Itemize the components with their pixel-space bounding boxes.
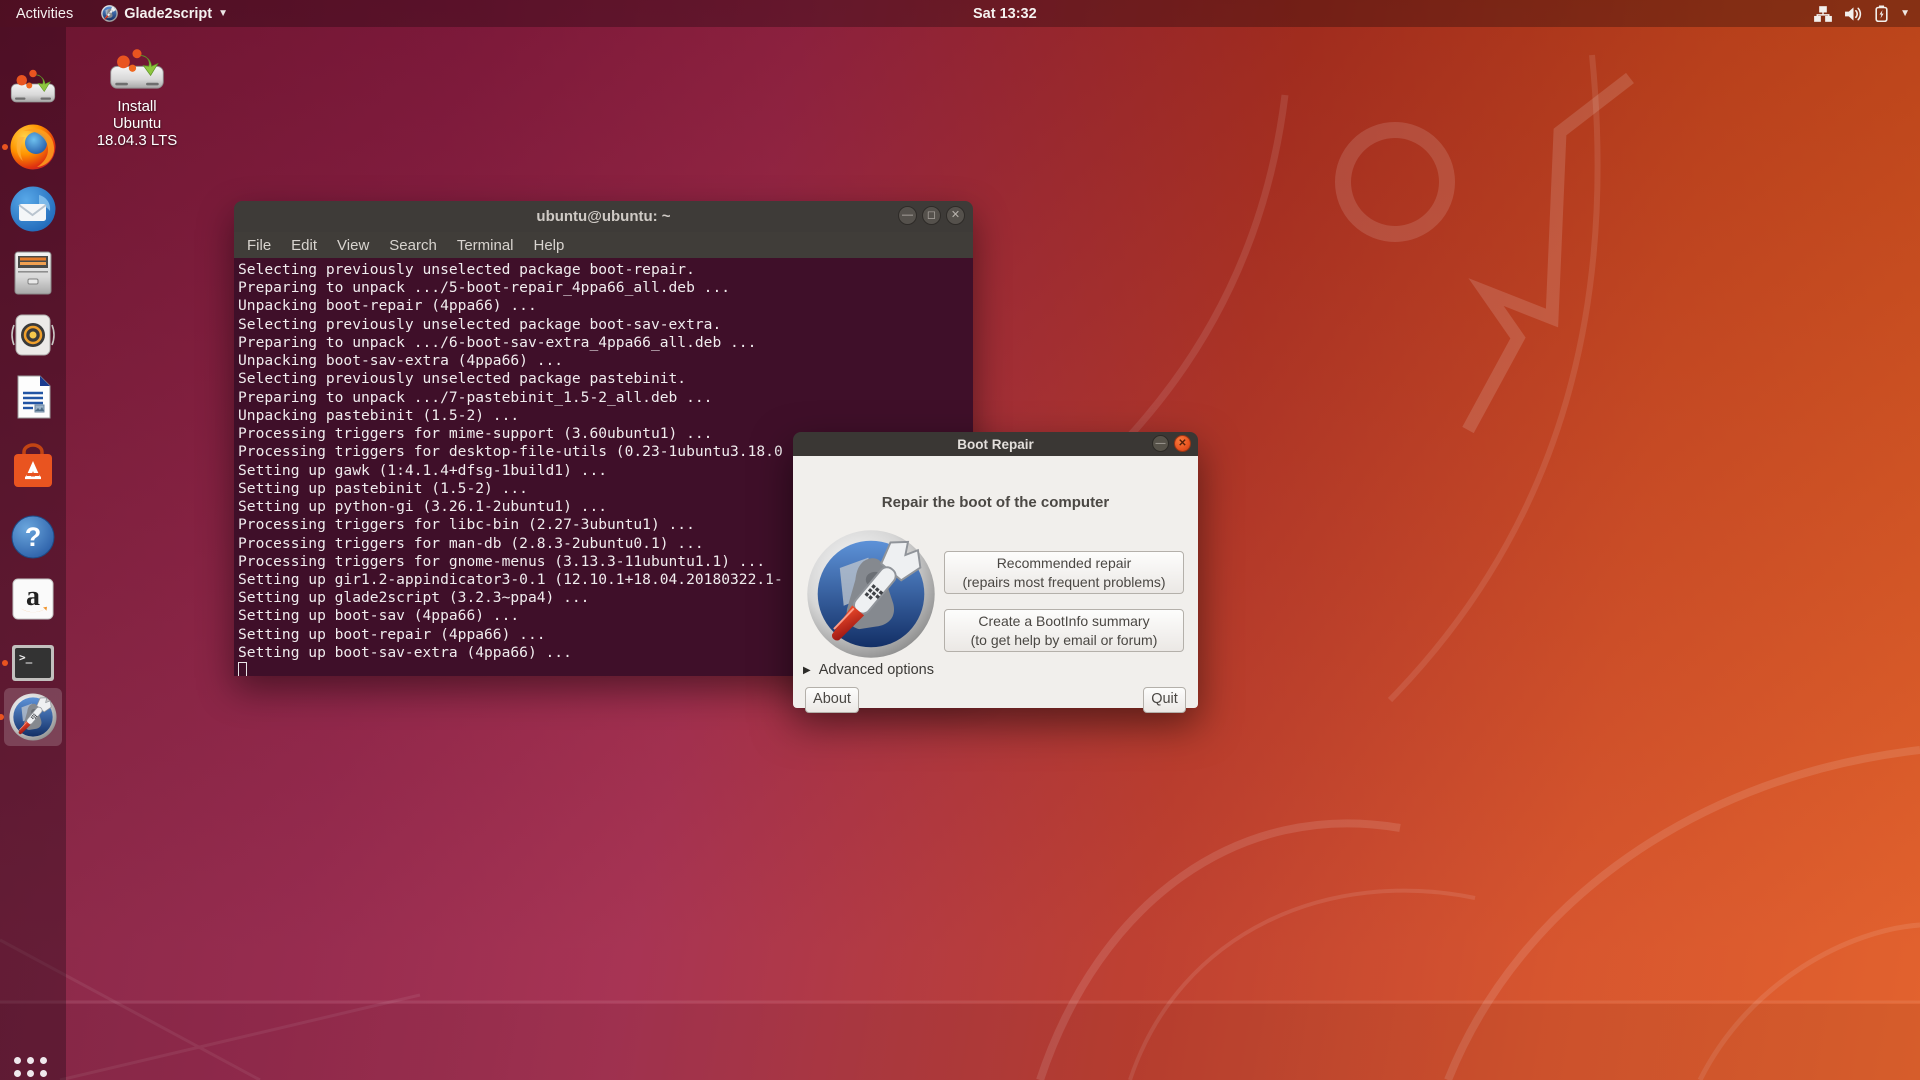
activities-button[interactable]: Activities <box>0 0 89 27</box>
dock-item-rhythmbox[interactable] <box>9 311 57 359</box>
terminal-menubar: File Edit View Search Terminal Help <box>234 232 973 258</box>
thunderbird-icon <box>9 185 57 233</box>
menu-view[interactable]: View <box>327 235 379 256</box>
install-ubuntu-icon <box>9 63 57 111</box>
desktop-screen: Activities Glade2script ▼ Sat 13:32 <box>0 0 1920 1080</box>
menu-file[interactable]: File <box>237 235 281 256</box>
terminal-cursor <box>238 662 247 676</box>
menu-terminal[interactable]: Terminal <box>447 235 524 256</box>
dock-item-terminal[interactable]: >_ <box>9 639 57 687</box>
dialog-heading: Repair the boot of the computer <box>793 494 1198 511</box>
top-bar: Activities Glade2script ▼ Sat 13:32 <box>0 0 1920 27</box>
help-icon: ? <box>9 513 57 561</box>
desktop-icon-install-ubuntu[interactable]: Install Ubuntu 18.04.3 LTS <box>94 46 180 149</box>
install-ubuntu-icon <box>108 46 166 94</box>
boot-repair-icon <box>9 693 57 741</box>
dock-item-amazon[interactable]: a <box>9 575 57 623</box>
ubuntu-software-icon <box>9 443 57 491</box>
desktop-icon-label-line3: 18.04.3 LTS <box>94 132 180 149</box>
advanced-options-label: Advanced options <box>819 662 934 678</box>
chevron-down-icon: ▼ <box>1900 8 1910 19</box>
minimize-button[interactable]: — <box>1152 435 1169 452</box>
firefox-icon <box>9 123 57 171</box>
recommended-repair-line1: Recommended repair <box>945 554 1183 572</box>
terminal-icon: >_ <box>9 639 57 687</box>
about-button[interactable]: About <box>805 687 859 713</box>
app-menu-label: Glade2script <box>124 6 212 22</box>
advanced-options-expander[interactable]: ▶ Advanced options <box>803 662 934 678</box>
menu-help[interactable]: Help <box>524 235 575 256</box>
desktop-icon-label-line1: Install <box>94 98 180 115</box>
boot-repair-logo <box>806 528 936 660</box>
bootinfo-summary-line2: (to get help by email or forum) <box>945 631 1183 649</box>
bootinfo-summary-button[interactable]: Create a BootInfo summary (to get help b… <box>944 609 1184 652</box>
dialog-title: Boot Repair <box>957 437 1034 452</box>
battery-icon <box>1875 5 1888 22</box>
menu-search[interactable]: Search <box>379 235 447 256</box>
recommended-repair-button[interactable]: Recommended repair (repairs most frequen… <box>944 551 1184 594</box>
rhythmbox-icon <box>9 311 57 359</box>
desktop-icon-label-line2: Ubuntu <box>94 115 180 132</box>
clock[interactable]: Sat 13:32 <box>973 0 1037 27</box>
bootinfo-summary-line1: Create a BootInfo summary <box>945 612 1183 630</box>
dock-item-firefox[interactable] <box>9 123 57 171</box>
dock-item-ubuntu-software[interactable] <box>9 443 57 491</box>
dock: ? a >_ <box>0 27 66 1080</box>
chevron-down-icon: ▼ <box>218 8 228 19</box>
system-tray[interactable]: ▼ <box>1814 0 1914 27</box>
dialog-titlebar[interactable]: Boot Repair — ✕ <box>793 432 1198 456</box>
dock-item-help[interactable]: ? <box>9 513 57 561</box>
terminal-title: ubuntu@ubuntu: ~ <box>536 208 670 225</box>
quit-button[interactable]: Quit <box>1143 687 1186 713</box>
dock-item-thunderbird[interactable] <box>9 185 57 233</box>
terminal-titlebar[interactable]: ubuntu@ubuntu: ~ — ◻ ✕ <box>234 201 973 232</box>
menu-edit[interactable]: Edit <box>281 235 327 256</box>
minimize-button[interactable]: — <box>898 206 917 225</box>
svg-text:a: a <box>26 581 40 612</box>
close-button[interactable]: ✕ <box>1174 435 1191 452</box>
expander-arrow-icon: ▶ <box>803 665 811 676</box>
svg-text:>_: >_ <box>19 651 33 664</box>
dialog-body: Repair the boot of the computer Recommen… <box>793 456 1198 708</box>
amazon-icon: a <box>9 575 57 623</box>
boot-repair-dialog: Boot Repair — ✕ Repair the boot of the c… <box>793 432 1198 708</box>
running-indicator <box>2 660 8 666</box>
dock-item-install-ubuntu[interactable] <box>9 63 57 111</box>
network-wired-icon <box>1814 6 1832 22</box>
boot-repair-icon <box>101 5 118 22</box>
running-indicator <box>2 144 8 150</box>
files-icon <box>9 249 57 297</box>
recommended-repair-line2: (repairs most frequent problems) <box>945 573 1183 591</box>
app-menu-button[interactable]: Glade2script ▼ <box>89 0 240 27</box>
svg-text:?: ? <box>25 522 42 552</box>
dock-item-boot-repair[interactable] <box>9 693 57 741</box>
show-applications-button[interactable] <box>14 1057 52 1080</box>
volume-icon <box>1844 6 1863 22</box>
close-button[interactable]: ✕ <box>946 206 965 225</box>
dock-item-files[interactable] <box>9 249 57 297</box>
maximize-button[interactable]: ◻ <box>922 206 941 225</box>
dock-item-libreoffice-writer[interactable] <box>9 373 57 421</box>
libreoffice-writer-icon <box>9 373 57 421</box>
